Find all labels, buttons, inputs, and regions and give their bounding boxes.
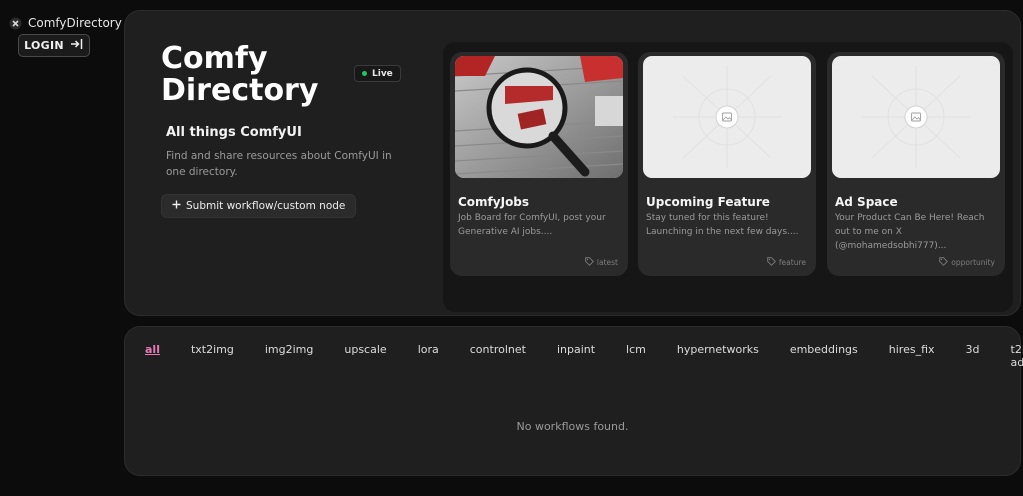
card-tag-label: opportunity xyxy=(951,258,995,267)
tab-hypernetworks[interactable]: hypernetworks xyxy=(677,343,759,369)
brand-name: ComfyDirectory xyxy=(28,16,122,30)
card-tag: opportunity xyxy=(939,257,995,268)
card-description: Job Board for ComfyUI, post your Generat… xyxy=(458,213,606,237)
tab-lora[interactable]: lora xyxy=(418,343,439,369)
hero-panel: Comfy Directory Live All things ComfyUI … xyxy=(124,10,1021,316)
page-title: Comfy Directory xyxy=(161,41,319,108)
hero-subtitle: All things ComfyUI xyxy=(166,125,302,140)
tab-lcm[interactable]: lcm xyxy=(626,343,646,369)
card-tag: latest xyxy=(585,257,618,268)
card-title: ComfyJobs xyxy=(458,195,530,209)
tab-upscale[interactable]: upscale xyxy=(344,343,386,369)
workflows-panel: all txt2img img2img upscale lora control… xyxy=(124,326,1023,476)
tab-txt2img[interactable]: txt2img xyxy=(191,343,234,369)
card-comfyjobs[interactable]: ComfyJobs Job Board for ComfyUI, post yo… xyxy=(450,52,628,276)
empty-state-message: No workflows found. xyxy=(516,420,629,433)
tag-icon xyxy=(585,257,594,268)
category-tabs: all txt2img img2img upscale lora control… xyxy=(145,343,1023,369)
tab-3d[interactable]: 3d xyxy=(966,343,980,369)
hero-description: Find and share resources about ComfyUI i… xyxy=(166,150,392,178)
login-label: LOGIN xyxy=(24,39,64,52)
tab-t2i-adapter[interactable]: t2i-adapter xyxy=(1011,343,1023,369)
tab-hires-fix[interactable]: hires_fix xyxy=(889,343,935,369)
login-button[interactable]: LOGIN xyxy=(18,34,90,57)
plus-icon xyxy=(172,200,181,212)
tab-inpaint[interactable]: inpaint xyxy=(557,343,595,369)
live-dot-icon xyxy=(362,71,367,76)
featured-cards: ComfyJobs Job Board for ComfyUI, post yo… xyxy=(443,42,1013,312)
status-badge: Live xyxy=(354,65,401,82)
card-tag-label: latest xyxy=(596,258,618,267)
magnifier-newspaper-photo xyxy=(455,56,623,178)
tab-controlnet[interactable]: controlnet xyxy=(470,343,526,369)
tag-icon xyxy=(939,257,949,268)
login-arrow-icon xyxy=(70,38,84,53)
placeholder-image-icon xyxy=(643,56,811,178)
brand[interactable]: ComfyDirectory xyxy=(9,16,122,30)
status-badge-label: Live xyxy=(372,68,393,79)
tab-all[interactable]: all xyxy=(145,343,160,369)
submit-button[interactable]: Submit workflow/custom node xyxy=(161,194,357,218)
card-description: Your Product Can Be Here! Reach out to m… xyxy=(835,213,985,251)
submit-label: Submit workflow/custom node xyxy=(186,200,346,212)
tab-img2img[interactable]: img2img xyxy=(265,343,314,369)
card-tag: feature xyxy=(767,257,806,268)
x-close-icon xyxy=(9,17,22,30)
card-description: Stay tuned for this feature! Launching i… xyxy=(646,213,799,237)
tab-embeddings[interactable]: embeddings xyxy=(790,343,858,369)
tag-icon xyxy=(767,257,776,268)
card-title: Upcoming Feature xyxy=(646,195,770,209)
card-title: Ad Space xyxy=(835,195,898,209)
card-tag-label: feature xyxy=(778,258,806,267)
placeholder-image-icon xyxy=(832,56,1000,178)
card-upcoming-feature[interactable]: Upcoming Feature Stay tuned for this fea… xyxy=(638,52,816,276)
card-ad-space[interactable]: Ad Space Your Product Can Be Here! Reach… xyxy=(827,52,1005,276)
